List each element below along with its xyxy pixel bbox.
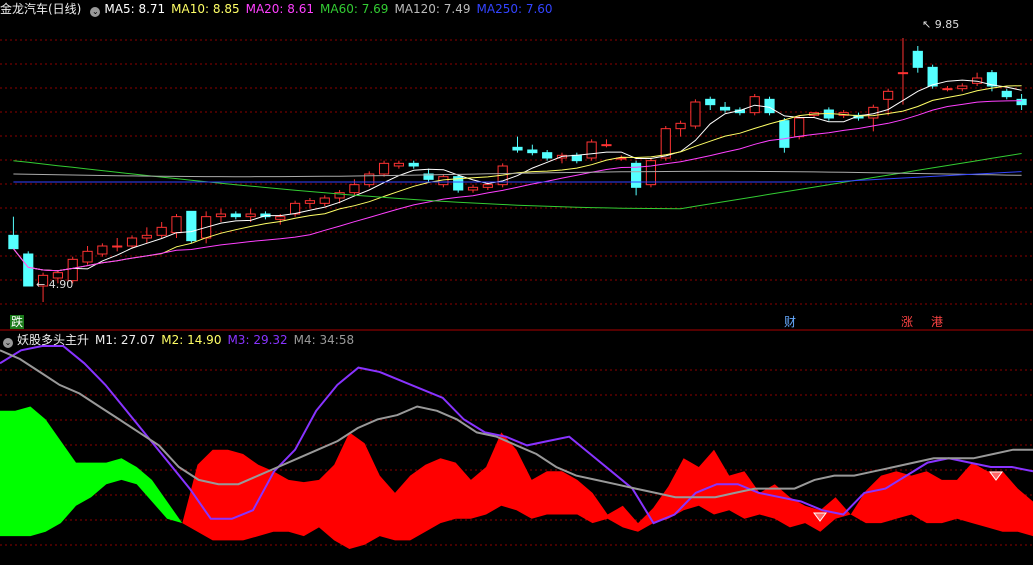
ma20-line (13, 100, 1022, 272)
indicator-toggle-icon[interactable]: ⌄ (3, 338, 13, 348)
candle-body (942, 88, 953, 91)
m3-value: 29.32 (253, 333, 288, 347)
low-price-value: 4.90 (48, 278, 74, 291)
stock-title: 金龙汽车(日线) (0, 2, 82, 16)
candle-body (82, 250, 93, 263)
candle-body (749, 96, 760, 114)
candle-body (482, 184, 493, 188)
ma10-value: 8.85 (212, 2, 240, 16)
event-tag-rise[interactable]: 涨 (900, 315, 914, 329)
candle-body (304, 200, 316, 204)
candle-body (512, 146, 523, 151)
ma20-label: MA20: (245, 2, 284, 16)
ma60-value: 7.69 (361, 2, 389, 16)
candle-body (675, 122, 686, 130)
candle-body (186, 210, 197, 242)
ma10-label: MA10: (171, 2, 210, 16)
ma5-value: 8.71 (138, 2, 166, 16)
ma5-label: MA5: (104, 2, 135, 16)
candle-body (319, 197, 330, 204)
candle-body (230, 213, 241, 218)
candle-body (215, 213, 227, 218)
candle-body (171, 216, 182, 234)
ma5-readout: MA5: 8.71 (104, 2, 165, 16)
ma250-readout: MA250: 7.60 (477, 2, 553, 16)
candle-body (719, 106, 731, 111)
chart-canvas[interactable] (0, 0, 1033, 565)
candle-body (571, 154, 582, 162)
candle-body (408, 162, 419, 167)
candle-body (1016, 98, 1027, 106)
candle-body (378, 162, 390, 175)
candle-body (1001, 90, 1012, 98)
candle-body (141, 234, 152, 239)
ma120-readout: MA120: 7.49 (394, 2, 470, 16)
candle-body (957, 85, 968, 90)
ma250-label: MA250: (476, 2, 523, 16)
ma20-readout: MA20: 8.61 (246, 2, 314, 16)
candle-body (126, 237, 138, 247)
candle-body (794, 117, 805, 138)
candle-body (586, 141, 597, 159)
red-momentum-area (182, 432, 1033, 549)
candle-body (883, 90, 894, 100)
candle-body (349, 184, 360, 194)
candle-body (601, 144, 612, 147)
candle-body (645, 160, 657, 186)
m4-label: M4: (293, 333, 316, 347)
ma120-label: MA120: (394, 2, 440, 16)
candle-body (897, 72, 909, 75)
low-price-marker: ← 4.90 (36, 278, 74, 291)
green-momentum-area (0, 406, 183, 537)
candle-body (764, 98, 775, 114)
candle-body (660, 128, 671, 159)
candle-body (690, 101, 701, 127)
indicator-header: ⌄ 妖股多头主升 M1: 27.07 M2: 14.90 M3: 29.32 M4: 34… (0, 331, 360, 349)
indicator-title: 妖股多头主升 (17, 333, 90, 347)
ma60-label: MA60: (320, 2, 358, 16)
settings-toggle-icon[interactable]: ⌄ (90, 7, 101, 17)
event-tag-finance[interactable]: 财 (783, 315, 797, 329)
candle-body (8, 234, 19, 250)
ma20-value: 8.61 (287, 2, 315, 16)
m1-readout: M1: 27.07 (95, 333, 155, 347)
candle-body (527, 149, 538, 154)
m2-value: 14.90 (187, 333, 222, 347)
candle-body (245, 213, 256, 218)
candle-body (467, 186, 479, 191)
high-price-value: 9.85 (934, 18, 960, 31)
m1-label: M1: (95, 333, 118, 347)
main-chart-header: 金龙汽车(日线) ⌄ MA5: 8.71 MA10: 8.85 MA20: 8.61 MA… (0, 0, 559, 18)
candle-body (542, 152, 553, 159)
m2-readout: M2: 14.90 (161, 333, 221, 347)
candle-body (23, 253, 34, 287)
ma120-value: 7.49 (443, 2, 471, 16)
candle-body (156, 226, 167, 236)
ma10-readout: MA10: 8.85 (171, 2, 239, 16)
candle-body (912, 50, 923, 68)
m3-label: M3: (227, 333, 250, 347)
m4-value: 34:58 (319, 333, 355, 347)
event-tag-fall[interactable]: 跌 (10, 315, 25, 329)
event-tag-hk[interactable]: 港 (930, 315, 944, 329)
stock-chart-window: 金龙汽车(日线) ⌄ MA5: 8.71 MA10: 8.85 MA20: 8.61 MA… (0, 0, 1033, 565)
ma250-value: 7.60 (525, 2, 553, 16)
m1-value: 27.07 (120, 333, 156, 347)
ma60-line (13, 153, 1022, 210)
high-price-marker: ↖ 9.85 (922, 18, 960, 31)
candle-body (927, 66, 938, 87)
candle-body (393, 162, 404, 167)
candle-body (779, 120, 790, 148)
candle-body (705, 98, 716, 106)
candle-body (97, 245, 108, 255)
m3-readout: M3: 29.32 (227, 333, 287, 347)
candle-body (275, 216, 286, 220)
candle-body (112, 245, 123, 248)
ma60-readout: MA60: 7.69 (320, 2, 388, 16)
m4-readout: M4: 34:58 (294, 333, 354, 347)
m2-label: M2: (161, 333, 184, 347)
